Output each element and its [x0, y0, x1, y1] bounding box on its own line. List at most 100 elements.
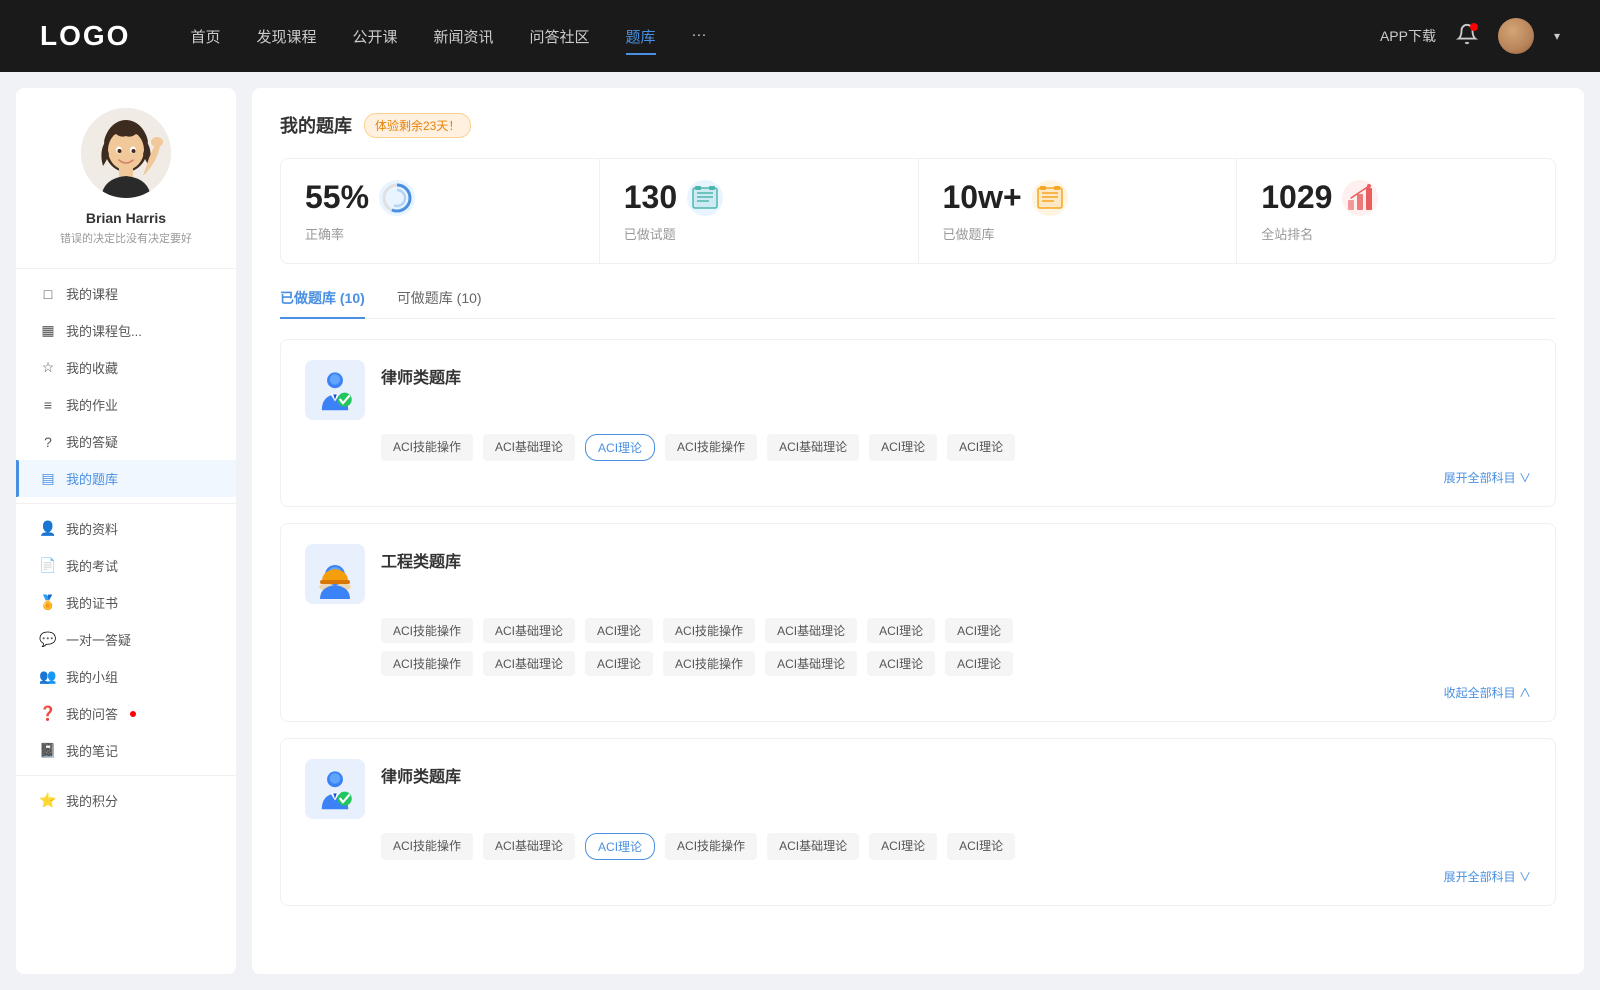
bank-eng-tag-3[interactable]: ACI技能操作: [663, 618, 755, 643]
bank-eng-tag-5[interactable]: ACI理论: [867, 618, 935, 643]
notification-dot: [1470, 23, 1478, 31]
my-courses-icon: □: [40, 286, 56, 302]
stat-ranking: 1029 全站排名: [1237, 159, 1555, 263]
sidebar-username: Brian Harris: [86, 210, 166, 226]
my-favorites-icon: ☆: [40, 360, 56, 376]
sidebar-motto: 错误的决定比没有决定要好: [60, 230, 192, 246]
bank-eng-tag2-0[interactable]: ACI技能操作: [381, 651, 473, 676]
my-packages-icon: ▦: [40, 323, 56, 339]
bank-eng-tag-4[interactable]: ACI基础理论: [765, 618, 857, 643]
nav-questionbank[interactable]: 题库: [626, 22, 656, 51]
sidebar-item-my-group[interactable]: 👥 我的小组: [16, 658, 236, 695]
nav-discover[interactable]: 发现课程: [256, 22, 316, 51]
bank-lawyer1-tag-0[interactable]: ACI技能操作: [381, 434, 473, 461]
bank-eng-tag2-2[interactable]: ACI理论: [585, 651, 653, 676]
bank-eng-tag-0[interactable]: ACI技能操作: [381, 618, 473, 643]
nav-home[interactable]: 首页: [190, 22, 220, 51]
bank-lawyer2-tag-6[interactable]: ACI理论: [947, 833, 1015, 860]
stat-accuracy-top: 55%: [305, 179, 575, 216]
bank-eng-tag2-1[interactable]: ACI基础理论: [483, 651, 575, 676]
bank-lawyer2-expand[interactable]: 展开全部科目 ∨: [305, 868, 1531, 885]
bank-lawyer2-tag-0[interactable]: ACI技能操作: [381, 833, 473, 860]
bank-eng-tag-6[interactable]: ACI理论: [945, 618, 1013, 643]
sidebar-item-my-packages-label: 我的课程包...: [66, 321, 142, 340]
bank-engineering-collapse[interactable]: 收起全部科目 ∧: [305, 684, 1531, 701]
bank-lawyer2-title: 律师类题库: [381, 759, 461, 787]
notification-bell[interactable]: [1456, 23, 1478, 50]
stat-done-banks: 10w+ 已做题库: [919, 159, 1238, 263]
my-group-icon: 👥: [40, 669, 56, 685]
sidebar-item-my-favorites[interactable]: ☆ 我的收藏: [16, 349, 236, 386]
stat-ranking-value: 1029: [1261, 179, 1332, 216]
tab-done-banks[interactable]: 已做题库 (10): [280, 288, 365, 318]
bank-eng-tag2-5[interactable]: ACI理论: [867, 651, 935, 676]
nav-news[interactable]: 新闻资讯: [434, 22, 494, 51]
bank-lawyer1-tag-2[interactable]: ACI理论: [585, 434, 655, 461]
bank-lawyer2-tag-1[interactable]: ACI基础理论: [483, 833, 575, 860]
nav-more[interactable]: ···: [692, 22, 707, 51]
sidebar-item-my-qa[interactable]: ? 我的答疑: [16, 423, 236, 460]
bank-eng-tag-2[interactable]: ACI理论: [585, 618, 653, 643]
nav-qa[interactable]: 问答社区: [530, 22, 590, 51]
bank-lawyer1-tag-1[interactable]: ACI基础理论: [483, 434, 575, 461]
nav-links: 首页 发现课程 公开课 新闻资讯 问答社区 题库 ···: [190, 22, 1340, 51]
accuracy-icon: [379, 180, 415, 216]
sidebar-item-my-questionbank[interactable]: ▤ 我的题库: [16, 460, 236, 497]
sidebar-item-my-points[interactable]: ⭐ 我的积分: [16, 782, 236, 819]
sidebar-divider-top: [16, 268, 236, 269]
bank-eng-tag-1[interactable]: ACI基础理论: [483, 618, 575, 643]
bank-eng-tag2-6[interactable]: ACI理论: [945, 651, 1013, 676]
bank-lawyer1-tag-4[interactable]: ACI基础理论: [767, 434, 859, 461]
my-notes-icon: 📓: [40, 743, 56, 759]
main-content: 我的题库 体验剩余23天！ 55% 正确: [252, 88, 1584, 974]
lawyer1-icon: [305, 360, 365, 420]
layout: Brian Harris 错误的决定比没有决定要好 □ 我的课程 ▦ 我的课程包…: [0, 72, 1600, 990]
sidebar-item-my-notes[interactable]: 📓 我的笔记: [16, 732, 236, 769]
stats-row: 55% 正确率 130: [280, 158, 1556, 264]
sidebar-item-my-exams[interactable]: 📄 我的考试: [16, 547, 236, 584]
stat-done-banks-label: 已做题库: [943, 224, 1213, 243]
bank-lawyer1-tags: ACI技能操作 ACI基础理论 ACI理论 ACI技能操作 ACI基础理论 AC…: [305, 434, 1531, 461]
my-profile-icon: 👤: [40, 521, 56, 537]
bank-lawyer2-tag-3[interactable]: ACI技能操作: [665, 833, 757, 860]
sidebar-item-my-exams-label: 我的考试: [66, 556, 118, 575]
bank-eng-tag2-3[interactable]: ACI技能操作: [663, 651, 755, 676]
sidebar-item-my-questions[interactable]: ❓ 我的问答: [16, 695, 236, 732]
bank-lawyer1-tag-6[interactable]: ACI理论: [947, 434, 1015, 461]
sidebar-item-my-homework[interactable]: ≡ 我的作业: [16, 386, 236, 423]
sidebar-item-my-certs[interactable]: 🏅 我的证书: [16, 584, 236, 621]
sidebar-item-one-on-one[interactable]: 💬 一对一答疑: [16, 621, 236, 658]
bank-lawyer1-tag-3[interactable]: ACI技能操作: [665, 434, 757, 461]
stat-ranking-label: 全站排名: [1261, 224, 1531, 243]
bank-engineering-tags-row2: ACI技能操作 ACI基础理论 ACI理论 ACI技能操作 ACI基础理论 AC…: [305, 651, 1531, 676]
stat-done-questions-value: 130: [624, 179, 677, 216]
bank-eng-tag2-4[interactable]: ACI基础理论: [765, 651, 857, 676]
my-certs-icon: 🏅: [40, 595, 56, 611]
bank-lawyer2-tag-5[interactable]: ACI理论: [869, 833, 937, 860]
app-download-button[interactable]: APP下载: [1380, 26, 1436, 46]
my-exams-icon: 📄: [40, 558, 56, 574]
bank-lawyer1-expand[interactable]: 展开全部科目 ∨: [305, 469, 1531, 486]
tab-available-banks[interactable]: 可做题库 (10): [397, 288, 482, 318]
stat-accuracy-label: 正确率: [305, 224, 575, 243]
bank-lawyer1-tag-5[interactable]: ACI理论: [869, 434, 937, 461]
user-avatar[interactable]: [1498, 18, 1534, 54]
bank-lawyer2-tag-2[interactable]: ACI理论: [585, 833, 655, 860]
stat-done-banks-value: 10w+: [943, 179, 1022, 216]
bank-card-lawyer2: 律师类题库 ACI技能操作 ACI基础理论 ACI理论 ACI技能操作 ACI基…: [280, 738, 1556, 906]
sidebar-item-my-packages[interactable]: ▦ 我的课程包...: [16, 312, 236, 349]
nav-opencourse[interactable]: 公开课: [352, 22, 397, 51]
stat-accuracy-value: 55%: [305, 179, 369, 216]
bank-card-engineering: 工程类题库 ACI技能操作 ACI基础理论 ACI理论 ACI技能操作 ACI基…: [280, 523, 1556, 722]
sidebar-item-my-homework-label: 我的作业: [66, 395, 118, 414]
bank-lawyer2-tag-4[interactable]: ACI基础理论: [767, 833, 859, 860]
sidebar-item-my-profile[interactable]: 👤 我的资料: [16, 510, 236, 547]
user-dropdown-arrow[interactable]: ▾: [1554, 29, 1560, 43]
sidebar-divider-bottom: [16, 775, 236, 776]
sidebar-item-my-courses[interactable]: □ 我的课程: [16, 275, 236, 312]
avatar-illustration: [81, 108, 171, 198]
logo[interactable]: LOGO: [40, 20, 130, 52]
tabs: 已做题库 (10) 可做题库 (10): [280, 288, 1556, 319]
sidebar-item-my-questions-label: 我的问答: [66, 704, 118, 723]
trial-badge: 体验剩余23天！: [364, 113, 471, 138]
